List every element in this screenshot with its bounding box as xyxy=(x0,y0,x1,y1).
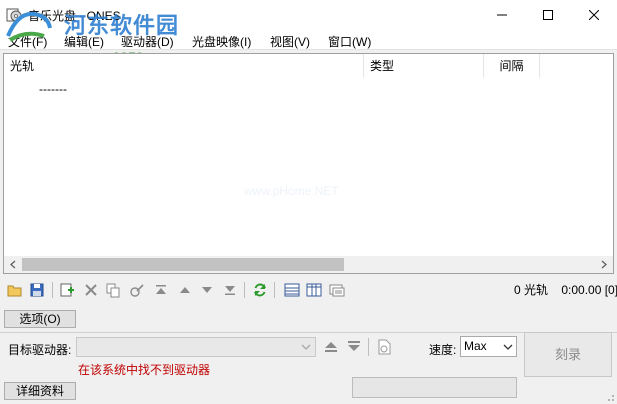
speed-label: 速度: xyxy=(429,343,457,357)
move-up-icon xyxy=(180,287,190,293)
copy-button[interactable] xyxy=(104,281,122,299)
drive-separator xyxy=(368,338,369,356)
minimize-button[interactable] xyxy=(479,0,525,30)
close-button[interactable] xyxy=(571,0,617,30)
edit-icon xyxy=(130,284,144,297)
details-button[interactable]: 详细资料 xyxy=(4,382,76,400)
view-details-button[interactable] xyxy=(328,281,346,299)
move-down-button[interactable] xyxy=(198,281,216,299)
scroll-left-icon[interactable] xyxy=(8,258,18,271)
maximize-icon xyxy=(543,10,553,20)
menu-window[interactable]: 窗口(W) xyxy=(328,33,371,50)
column-header-track[interactable]: 光轨 xyxy=(4,54,364,78)
speed-select[interactable]: Max xyxy=(460,336,517,357)
chevron-down-icon xyxy=(301,344,311,350)
close-tray-icon xyxy=(348,341,360,351)
move-bottom-icon xyxy=(225,286,235,295)
view-columns-icon xyxy=(306,283,322,297)
copy-icon xyxy=(106,283,120,298)
move-bottom-button[interactable] xyxy=(221,281,239,299)
maximize-button[interactable] xyxy=(525,0,571,30)
speed-select-value: Max xyxy=(464,339,487,353)
toolbar-separator xyxy=(274,282,275,298)
delete-icon xyxy=(85,284,97,296)
watermark-logo xyxy=(6,11,52,42)
view-list-icon xyxy=(284,283,300,297)
center-watermark: www.pHome.NET xyxy=(244,184,339,198)
menu-disc-image[interactable]: 光盘映像(I) xyxy=(192,33,251,50)
move-down-icon xyxy=(202,287,212,293)
move-top-button[interactable] xyxy=(152,281,170,299)
add-track-icon xyxy=(60,283,74,297)
disc-info-icon xyxy=(378,339,391,355)
progress-bar xyxy=(352,377,517,398)
delete-button[interactable] xyxy=(82,281,100,299)
eject-icon xyxy=(325,342,337,352)
refresh-icon xyxy=(254,283,266,297)
refresh-button[interactable] xyxy=(251,281,269,299)
column-header-type[interactable]: 类型 xyxy=(364,54,484,78)
close-icon xyxy=(589,10,599,20)
chevron-down-icon xyxy=(503,344,513,350)
move-up-button[interactable] xyxy=(176,281,194,299)
horizontal-scrollbar[interactable] xyxy=(4,256,613,273)
view-details-icon xyxy=(329,284,345,297)
target-drive-select[interactable] xyxy=(76,337,316,357)
toolbar-separator xyxy=(244,282,245,298)
resize-grip-icon[interactable] xyxy=(603,390,615,402)
toolbar-separator xyxy=(52,282,53,298)
track-status: 0 光轨 0:00.00 [0] xyxy=(514,283,617,297)
scrollbar-thumb[interactable] xyxy=(22,258,344,271)
edit-button[interactable] xyxy=(128,281,146,299)
view-list-button[interactable] xyxy=(283,281,301,299)
watermark-brand: 河东软件园 xyxy=(64,13,180,38)
close-tray-button[interactable] xyxy=(346,340,362,354)
eject-button[interactable] xyxy=(323,340,339,354)
menu-view[interactable]: 视图(V) xyxy=(270,33,310,50)
track-list[interactable]: 光轨 类型 间隔 ------- www.pHome.NET xyxy=(3,53,614,274)
drive-error-message: 在该系统中找不到驱动器 xyxy=(78,363,211,377)
save-icon xyxy=(30,283,44,297)
drive-info-button[interactable] xyxy=(375,338,393,356)
list-item[interactable]: ------- xyxy=(39,82,67,96)
view-columns-button[interactable] xyxy=(305,281,323,299)
burn-button[interactable]: 刻录 xyxy=(524,332,612,377)
open-folder-icon xyxy=(7,285,22,297)
move-top-icon xyxy=(156,285,166,294)
minimize-icon xyxy=(497,14,507,16)
drive-label: 目标驱动器: xyxy=(8,343,72,357)
scroll-right-icon[interactable] xyxy=(599,258,609,271)
open-folder-button[interactable] xyxy=(6,281,24,299)
save-button[interactable] xyxy=(28,281,46,299)
column-header-gap[interactable]: 间隔 xyxy=(484,54,540,78)
options-button[interactable]: 选项(O) xyxy=(4,310,76,328)
add-track-button[interactable] xyxy=(58,281,76,299)
